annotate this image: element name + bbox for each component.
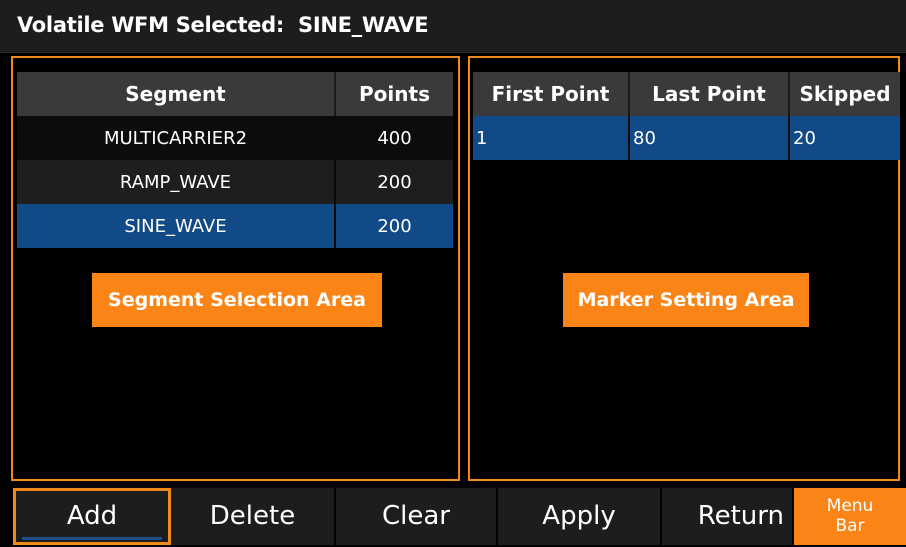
segment-points-cell[interactable]: 200 <box>335 204 453 248</box>
segment-points-cell[interactable]: 400 <box>335 116 453 160</box>
segment-points-cell[interactable]: 200 <box>335 160 453 204</box>
column-header-segment[interactable]: Segment <box>17 72 336 116</box>
column-header-last-point[interactable]: Last Point <box>629 72 790 116</box>
segment-selection-area-label: Segment Selection Area <box>92 273 382 327</box>
table-header-row: Segment Points <box>17 72 453 116</box>
table-row-selected[interactable]: SINE_WAVE 200 <box>17 204 453 248</box>
last-point-cell[interactable]: 80 <box>629 116 790 160</box>
table-row[interactable]: RAMP_WAVE 200 <box>17 160 453 204</box>
segment-name-cell[interactable]: SINE_WAVE <box>17 204 336 248</box>
menu-bar-label-line2: Bar <box>835 516 865 536</box>
page-title: Volatile WFM Selected: SINE_WAVE <box>17 13 429 37</box>
focus-underline <box>22 537 162 540</box>
skipped-cell[interactable]: 20 <box>789 116 900 160</box>
menu-bar-label-line1: Menu <box>826 496 874 516</box>
delete-button[interactable]: Delete <box>171 488 336 545</box>
marker-table: First Point Last Point Skipped 1 80 20 <box>473 72 900 160</box>
table-header-row: First Point Last Point Skipped <box>473 72 900 116</box>
apply-button[interactable]: Apply <box>498 488 662 545</box>
add-button[interactable]: Add <box>13 488 171 545</box>
marker-setting-panel: First Point Last Point Skipped 1 80 20 M… <box>468 56 900 481</box>
return-button[interactable]: Return <box>662 488 794 545</box>
first-point-cell[interactable]: 1 <box>473 116 630 160</box>
marker-setting-area-label: Marker Setting Area <box>563 273 809 327</box>
add-button-label: Add <box>66 501 118 531</box>
column-header-skipped[interactable]: Skipped <box>789 72 900 116</box>
title-bar: Volatile WFM Selected: SINE_WAVE <box>0 0 906 53</box>
segment-table: Segment Points MULTICARRIER2 400 RAMP_WA… <box>17 72 453 248</box>
clear-button[interactable]: Clear <box>336 488 498 545</box>
menu-bar-button[interactable]: Menu Bar <box>794 488 906 545</box>
column-header-first-point[interactable]: First Point <box>473 72 630 116</box>
segment-name-cell[interactable]: MULTICARRIER2 <box>17 116 336 160</box>
column-header-points[interactable]: Points <box>335 72 453 116</box>
segment-selection-panel: Segment Points MULTICARRIER2 400 RAMP_WA… <box>11 56 460 481</box>
soft-key-menu-bar: Add Delete Clear Apply Return Menu Bar <box>0 488 906 547</box>
table-row-selected[interactable]: 1 80 20 <box>473 116 900 160</box>
segment-name-cell[interactable]: RAMP_WAVE <box>17 160 336 204</box>
table-row[interactable]: MULTICARRIER2 400 <box>17 116 453 160</box>
